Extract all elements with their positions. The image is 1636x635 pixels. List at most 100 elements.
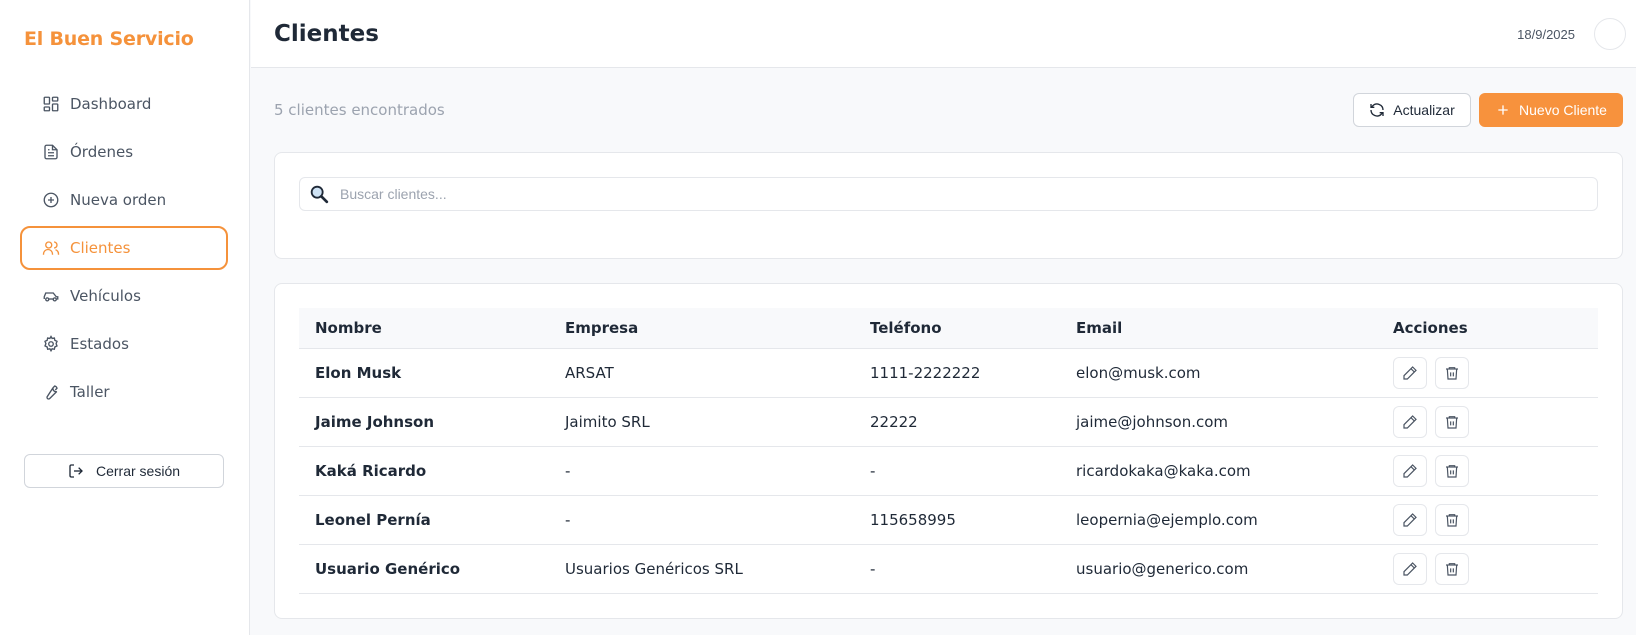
search-input[interactable] [340, 186, 1580, 202]
search-icon [308, 183, 330, 205]
column-header-telefono[interactable]: Teléfono [854, 308, 1060, 349]
cell-acciones [1377, 446, 1598, 496]
sidebar-item-label: Dashboard [70, 95, 152, 113]
cell-nombre: Elon Musk [299, 348, 549, 398]
cell-empresa: - [549, 495, 854, 545]
edit-button[interactable] [1393, 405, 1427, 438]
gear-icon [42, 335, 60, 353]
cell-telefono: 22222 [854, 397, 1060, 447]
refresh-icon [1369, 102, 1385, 118]
sidebar-item-nueva-orden[interactable]: Nueva orden [20, 178, 228, 222]
cell-nombre: Kaká Ricardo [299, 446, 549, 496]
sidebar-item-vehiculos[interactable]: Vehículos [20, 274, 228, 318]
logout-button[interactable]: Cerrar sesión [24, 454, 224, 488]
delete-button[interactable] [1435, 552, 1469, 585]
pencil-icon [1402, 414, 1418, 430]
plus-circle-icon [42, 191, 60, 209]
cell-empresa: Usuarios Genéricos SRL [549, 544, 854, 594]
cell-email: ricardokaka@kaka.com [1060, 446, 1377, 496]
sidebar-item-label: Nueva orden [70, 191, 167, 209]
pencil-icon [1402, 365, 1418, 381]
edit-button[interactable] [1393, 356, 1427, 389]
trash-icon [1444, 512, 1460, 528]
brand-logo[interactable]: El Buen Servicio [24, 28, 194, 50]
cell-acciones [1377, 348, 1598, 398]
trash-icon [1444, 463, 1460, 479]
sidebar-item-label: Clientes [70, 239, 131, 257]
sidebar-item-label: Taller [70, 383, 110, 401]
cell-acciones [1377, 495, 1598, 545]
cell-email: leopernia@ejemplo.com [1060, 495, 1377, 545]
cell-empresa: ARSAT [549, 348, 854, 398]
cell-email: elon@musk.com [1060, 348, 1377, 398]
avatar[interactable] [1594, 18, 1626, 50]
logout-label: Cerrar sesión [95, 463, 181, 479]
table-row: Jaime Johnson Jaimito SRL 22222 jaime@jo… [299, 397, 1598, 447]
sidebar-item-label: Estados [70, 335, 129, 353]
sidebar-item-label: Órdenes [70, 143, 134, 161]
top-bar: Clientes 18/9/2025 [251, 0, 1636, 68]
clients-table: Nombre Empresa Teléfono Email Acciones E… [299, 308, 1598, 594]
refresh-label: Actualizar [1393, 102, 1455, 118]
table-row: Usuario Genérico Usuarios Genéricos SRL … [299, 544, 1598, 594]
cell-acciones [1377, 397, 1598, 447]
dashboard-icon [42, 95, 60, 113]
cell-telefono: 1111-2222222 [854, 348, 1060, 398]
cell-email: jaime@johnson.com [1060, 397, 1377, 447]
pencil-icon [1402, 561, 1418, 577]
table-row: Elon Musk ARSAT 1111-2222222 elon@musk.c… [299, 348, 1598, 398]
cell-empresa: Jaimito SRL [549, 397, 854, 447]
car-icon [42, 287, 60, 305]
cell-telefono: 115658995 [854, 495, 1060, 545]
sidebar: El Buen Servicio Dashboard Órdenes Nueva… [0, 0, 250, 635]
document-icon [42, 143, 60, 161]
column-header-acciones: Acciones [1377, 308, 1598, 349]
logout-icon [68, 463, 84, 479]
new-client-label: Nuevo Cliente [1519, 102, 1607, 118]
table-row: Leonel Pernía - 115658995 leopernia@ejem… [299, 495, 1598, 545]
wrench-icon [42, 383, 60, 401]
cell-empresa: - [549, 446, 854, 496]
column-header-nombre[interactable]: Nombre [299, 308, 549, 349]
pencil-icon [1402, 512, 1418, 528]
sidebar-item-taller[interactable]: Taller [20, 370, 228, 414]
cell-telefono: - [854, 544, 1060, 594]
edit-button[interactable] [1393, 503, 1427, 536]
trash-icon [1444, 561, 1460, 577]
pencil-icon [1402, 463, 1418, 479]
delete-button[interactable] [1435, 454, 1469, 487]
current-date: 18/9/2025 [1517, 27, 1575, 42]
cell-acciones [1377, 544, 1598, 594]
sidebar-item-dashboard[interactable]: Dashboard [20, 82, 228, 126]
cell-nombre: Usuario Genérico [299, 544, 549, 594]
sidebar-item-label: Vehículos [70, 287, 141, 305]
clients-table-card: Nombre Empresa Teléfono Email Acciones E… [274, 283, 1623, 619]
new-client-button[interactable]: Nuevo Cliente [1479, 93, 1623, 127]
table-row: Kaká Ricardo - - ricardokaka@kaka.com [299, 446, 1598, 496]
sidebar-item-clientes[interactable]: Clientes [20, 226, 228, 270]
edit-button[interactable] [1393, 552, 1427, 585]
delete-button[interactable] [1435, 503, 1469, 536]
cell-telefono: - [854, 446, 1060, 496]
cell-nombre: Leonel Pernía [299, 495, 549, 545]
plus-icon [1495, 102, 1511, 118]
cell-email: usuario@generico.com [1060, 544, 1377, 594]
table-header-row: Nombre Empresa Teléfono Email Acciones [299, 308, 1598, 349]
column-header-empresa[interactable]: Empresa [549, 308, 854, 349]
page-title: Clientes [274, 21, 379, 47]
search-box[interactable] [299, 177, 1598, 211]
trash-icon [1444, 414, 1460, 430]
column-header-email[interactable]: Email [1060, 308, 1377, 349]
delete-button[interactable] [1435, 356, 1469, 389]
sidebar-nav: Dashboard Órdenes Nueva orden Clientes V… [20, 82, 228, 418]
edit-button[interactable] [1393, 454, 1427, 487]
results-count: 5 clientes encontrados [274, 101, 445, 119]
cell-nombre: Jaime Johnson [299, 397, 549, 447]
delete-button[interactable] [1435, 405, 1469, 438]
search-card [274, 152, 1623, 259]
refresh-button[interactable]: Actualizar [1353, 93, 1471, 127]
sidebar-item-ordenes[interactable]: Órdenes [20, 130, 228, 174]
sidebar-item-estados[interactable]: Estados [20, 322, 228, 366]
users-icon [42, 239, 60, 257]
trash-icon [1444, 365, 1460, 381]
